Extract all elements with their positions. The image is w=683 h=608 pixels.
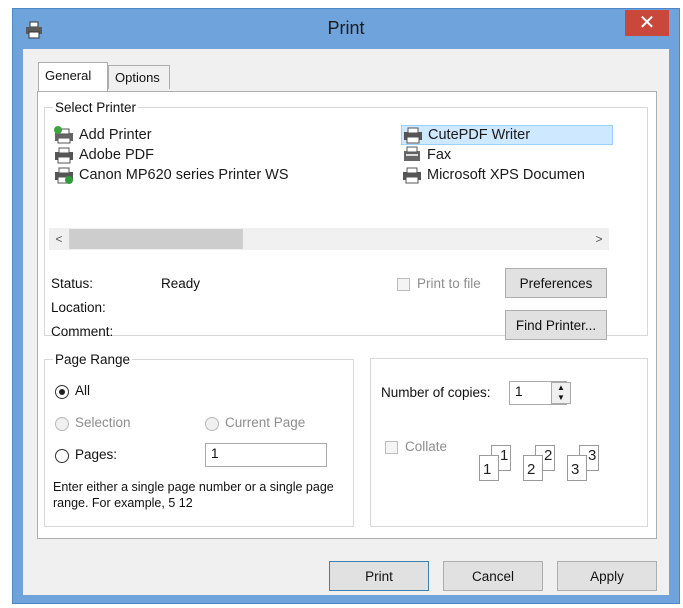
title-bar[interactable]: Print ✕ <box>13 9 679 49</box>
pages-label: Pages: <box>75 447 118 462</box>
printer-icon <box>404 127 422 144</box>
select-printer-group: Select Printer Add Printer Adobe PDF Can… <box>44 100 648 340</box>
all-radio[interactable] <box>55 385 69 399</box>
collate-label: Collate <box>405 439 448 454</box>
printer-check-icon <box>55 167 73 184</box>
status-value: Ready <box>161 276 201 291</box>
scroll-thumb[interactable] <box>69 229 243 249</box>
all-label: All <box>75 383 91 398</box>
printer-name: Canon MP620 series Printer WS <box>79 167 289 183</box>
printer-icon <box>55 147 73 164</box>
pages-radio[interactable] <box>55 449 69 463</box>
printer-item-microsoft-xps[interactable]: Microsoft XPS Documen <box>401 165 613 185</box>
current-page-radio[interactable] <box>205 417 219 431</box>
copies-spinner[interactable]: ▲ ▼ <box>551 382 571 404</box>
status-label: Status: <box>51 276 94 291</box>
selection-label: Selection <box>75 415 131 430</box>
pages-input[interactable]: 1 <box>205 443 327 467</box>
collate-number: 3 <box>588 447 597 464</box>
collate-number: 2 <box>527 461 536 478</box>
print-to-file-label: Print to file <box>417 276 481 291</box>
tab-general[interactable]: General <box>38 62 108 91</box>
page-range-group: Page Range All Selection Current Page Pa… <box>44 352 354 527</box>
preferences-button[interactable]: Preferences <box>505 268 607 298</box>
page-range-hint: Enter either a single page number or a s… <box>53 480 334 510</box>
comment-label: Comment: <box>51 324 114 339</box>
number-of-copies-label: Number of copies: <box>381 385 491 400</box>
scroll-left-icon[interactable]: < <box>51 230 67 248</box>
printer-name: Microsoft XPS Documen <box>427 167 585 183</box>
printer-item-cutepdf-writer[interactable]: CutePDF Writer <box>401 125 613 145</box>
print-to-file-checkbox[interactable] <box>397 278 410 291</box>
printer-item-fax[interactable]: Fax <box>401 145 451 165</box>
printer-name: Fax <box>427 147 452 163</box>
printer-name: CutePDF Writer <box>428 127 531 143</box>
copies-group: Number of copies: 1 ▲▼ Collate 1 1 2 2 <box>370 358 648 527</box>
cancel-button[interactable]: Cancel <box>443 561 543 591</box>
print-button[interactable]: Print <box>329 561 429 591</box>
current-page-label: Current Page <box>225 415 306 430</box>
printer-icon <box>403 167 421 184</box>
select-printer-legend: Select Printer <box>55 100 137 115</box>
tab-options[interactable]: Options <box>108 65 170 89</box>
apply-button[interactable]: Apply <box>557 561 657 591</box>
find-printer-button[interactable]: Find Printer... <box>505 310 607 340</box>
scroll-right-icon[interactable]: > <box>591 230 607 248</box>
collate-number: 3 <box>571 461 580 478</box>
printer-name: Add Printer <box>79 127 152 143</box>
print-dialog: Print ✕ General Options Select Printer A… <box>12 8 680 604</box>
window-title: Print <box>327 18 365 38</box>
collate-checkbox[interactable] <box>385 441 398 454</box>
location-label: Location: <box>51 300 106 315</box>
page-range-legend: Page Range <box>55 352 131 367</box>
close-button[interactable]: ✕ <box>625 10 669 36</box>
printer-name: Adobe PDF <box>79 147 154 163</box>
printer-item-canon-mp620[interactable]: Canon MP620 series Printer WS <box>53 165 289 185</box>
add-printer-icon <box>54 126 73 144</box>
selection-radio[interactable] <box>55 417 69 431</box>
printer-item-adobe-pdf[interactable]: Adobe PDF <box>53 145 154 165</box>
general-tab-panel: Select Printer Add Printer Adobe PDF Can… <box>37 91 657 539</box>
collate-number: 1 <box>483 461 492 478</box>
printer-list-scrollbar[interactable]: < > <box>49 228 609 250</box>
dialog-body: General Options Select Printer Add Print… <box>23 49 669 595</box>
collate-number: 2 <box>544 447 553 464</box>
printer-item-add-printer[interactable]: Add Printer <box>53 125 152 145</box>
collate-number: 1 <box>500 447 509 464</box>
fax-icon <box>404 146 420 161</box>
close-icon: ✕ <box>638 12 656 34</box>
